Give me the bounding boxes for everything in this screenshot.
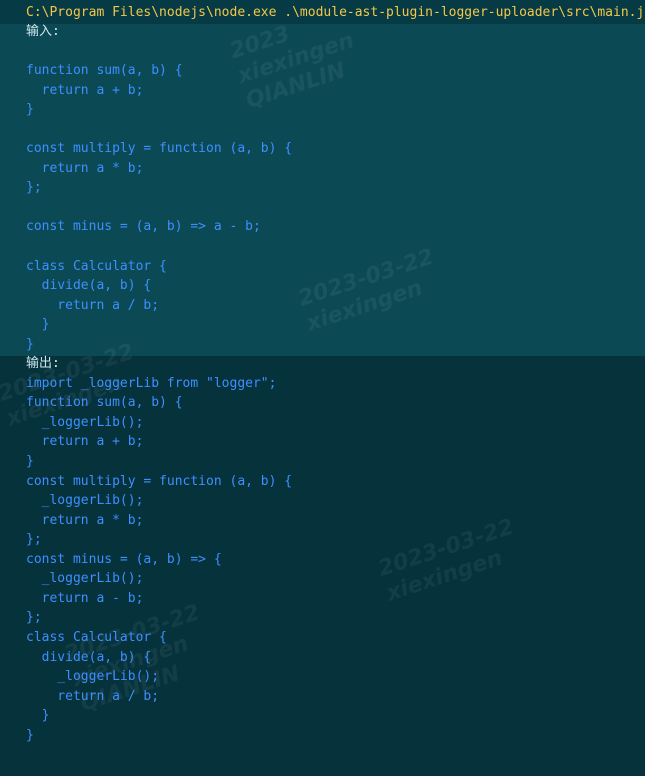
code-line: _loggerLib(); [26, 493, 144, 509]
code-line: const minus = (a, b) => { [26, 551, 222, 567]
code-line: } [26, 454, 34, 470]
code-line: class Calculator { [26, 629, 167, 645]
code-line: _loggerLib(); [26, 571, 144, 587]
code-line: function sum(a, b) { [26, 395, 183, 411]
code-line: const minus = (a, b) => a - b; [26, 219, 261, 235]
code-line: divide(a, b) { [26, 649, 152, 665]
code-line: const multiply = function (a, b) { [26, 141, 293, 157]
code-line: return a + b; [26, 434, 144, 450]
code-line: function sum(a, b) { [26, 63, 183, 79]
code-line: }; [26, 532, 42, 548]
input-label: 输入: [26, 24, 60, 39]
code-line: return a - b; [26, 590, 144, 606]
code-line: return a / b; [26, 688, 160, 704]
command-line: C:\Program Files\nodejs\node.exe .\modul… [26, 5, 645, 20]
code-line: class Calculator { [26, 258, 167, 274]
code-line: _loggerLib(); [26, 414, 144, 430]
code-line: import _loggerLib from "logger"; [26, 375, 277, 391]
code-line: } [26, 708, 50, 724]
code-line: _loggerLib(); [26, 669, 160, 685]
code-line: }; [26, 180, 42, 196]
code-line: }; [26, 610, 42, 626]
code-line: } [26, 317, 50, 333]
output-label: 输出: [26, 356, 60, 372]
code-line: const multiply = function (a, b) { [26, 473, 293, 489]
code-line: return a / b; [26, 297, 160, 313]
terminal-output: 输入: function sum(a, b) { return a + b;} … [26, 22, 292, 745]
code-line: return a * b; [26, 160, 144, 176]
code-line: } [26, 102, 34, 118]
code-line: return a * b; [26, 512, 144, 528]
code-line: return a + b; [26, 82, 144, 98]
code-line: divide(a, b) { [26, 278, 152, 294]
code-line: } [26, 727, 34, 743]
terminal-window[interactable]: 2023 xiexingen QIANLIN 2023-03-22 xiexin… [0, 0, 645, 776]
code-line: } [26, 336, 34, 352]
